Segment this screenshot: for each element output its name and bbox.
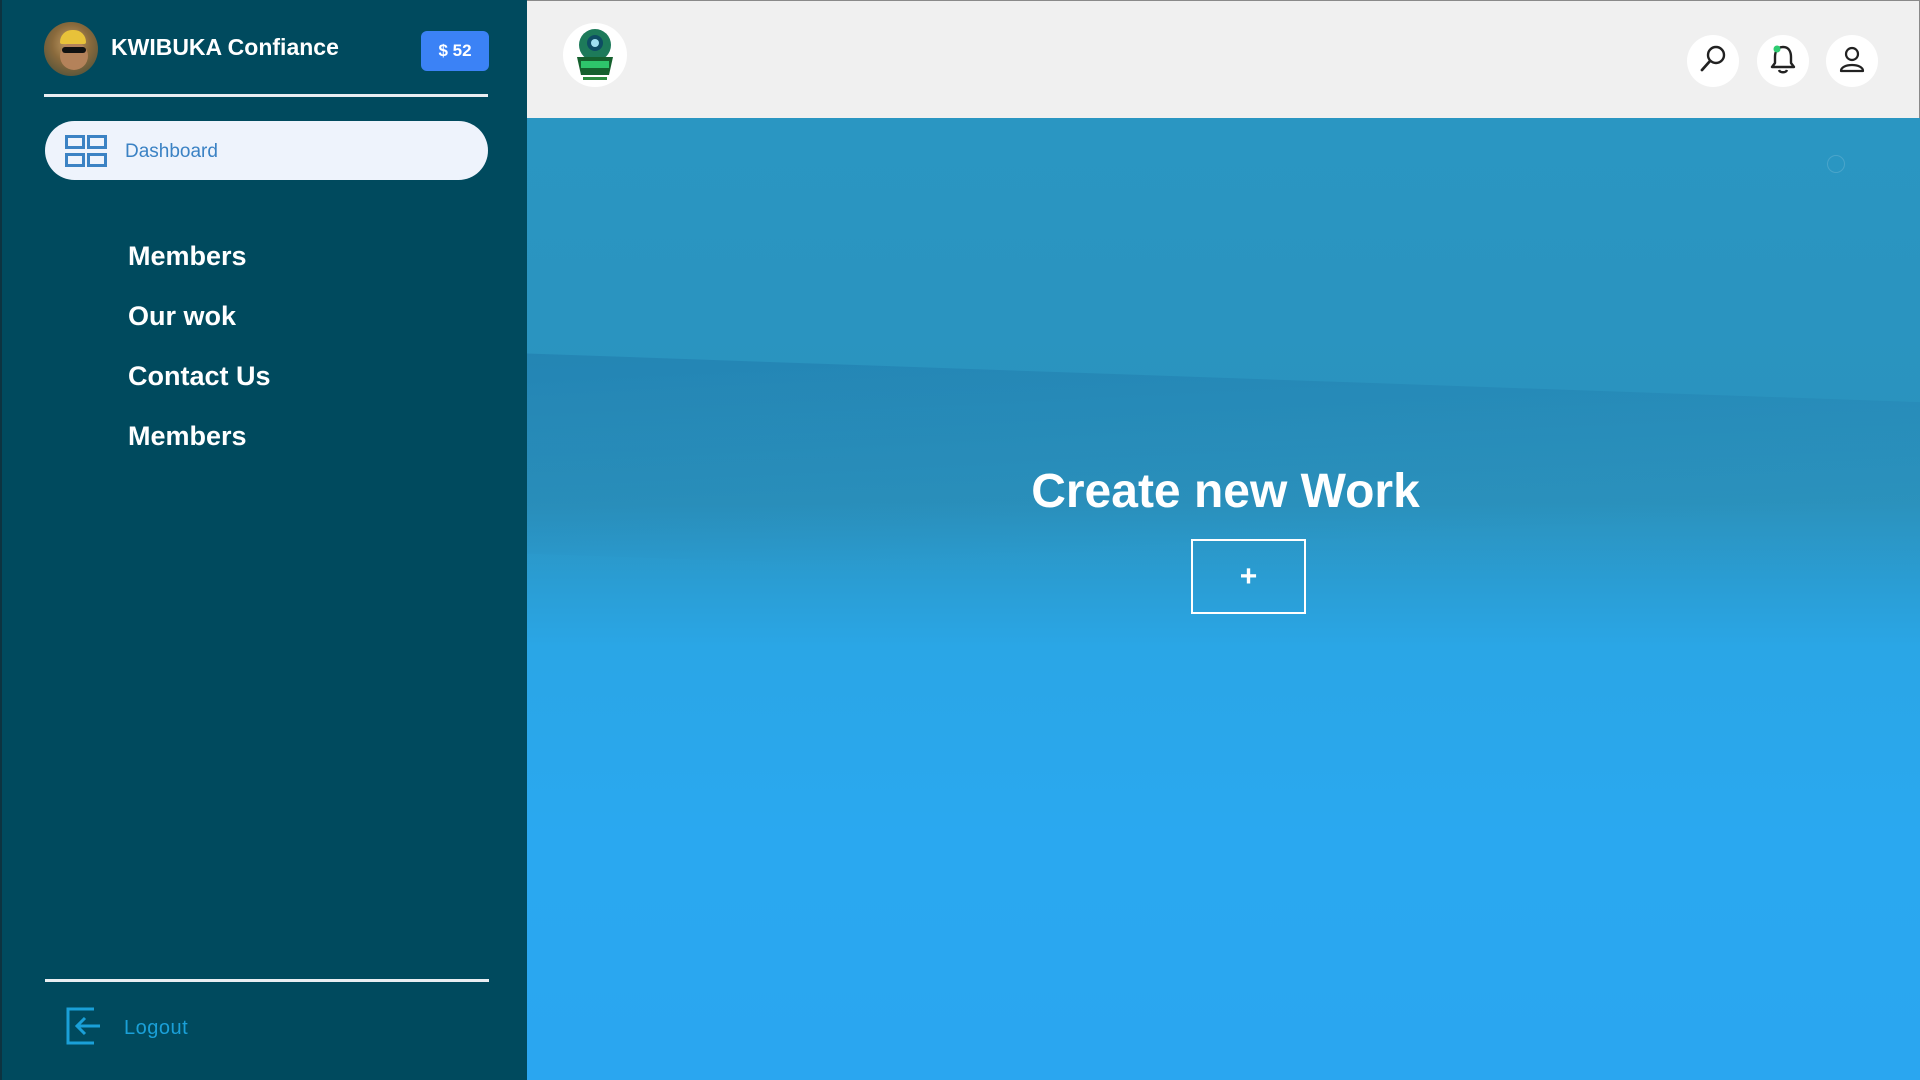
sidebar-nav: Members Our wok Contact Us Members — [128, 236, 271, 476]
sidebar-item-contact-us[interactable]: Contact Us — [128, 356, 271, 416]
sidebar-item-dashboard[interactable]: Dashboard — [45, 121, 488, 180]
sidebar-divider-bottom — [45, 979, 489, 982]
logout-icon — [64, 1005, 106, 1047]
profile-button[interactable] — [1826, 35, 1878, 87]
sidebar: KWIBUKA Confiance $ 52 Dashboard Members… — [0, 0, 527, 1080]
bell-icon — [1768, 43, 1798, 80]
user-icon — [1837, 44, 1867, 79]
search-icon — [1698, 44, 1728, 79]
notifications-button[interactable] — [1757, 35, 1809, 87]
info-icon — [1827, 155, 1845, 173]
create-work-button[interactable]: + — [1191, 539, 1306, 614]
user-profile: KWIBUKA Confiance $ 52 — [44, 22, 489, 78]
app-window: KWIBUKA Confiance $ 52 Dashboard Members… — [0, 0, 1920, 1080]
sidebar-item-our-work[interactable]: Our wok — [128, 296, 271, 356]
sidebar-divider-top — [44, 94, 488, 97]
main-content: Create new Work + — [527, 118, 1920, 1080]
user-name: KWIBUKA Confiance — [111, 34, 339, 60]
avatar[interactable] — [44, 22, 98, 76]
sidebar-item-members-2[interactable]: Members — [128, 416, 271, 476]
logout-label: Logout — [124, 1017, 189, 1039]
dashboard-grid-icon — [65, 135, 107, 167]
search-button[interactable] — [1687, 35, 1739, 87]
logout-button[interactable]: Logout — [64, 1005, 264, 1047]
sidebar-item-label: Dashboard — [125, 141, 218, 162]
page-title: Create new Work — [1031, 465, 1420, 518]
balance-badge[interactable]: $ 52 — [421, 31, 489, 71]
app-logo[interactable] — [563, 23, 627, 87]
sidebar-item-members[interactable]: Members — [128, 236, 271, 296]
top-bar — [527, 0, 1920, 118]
